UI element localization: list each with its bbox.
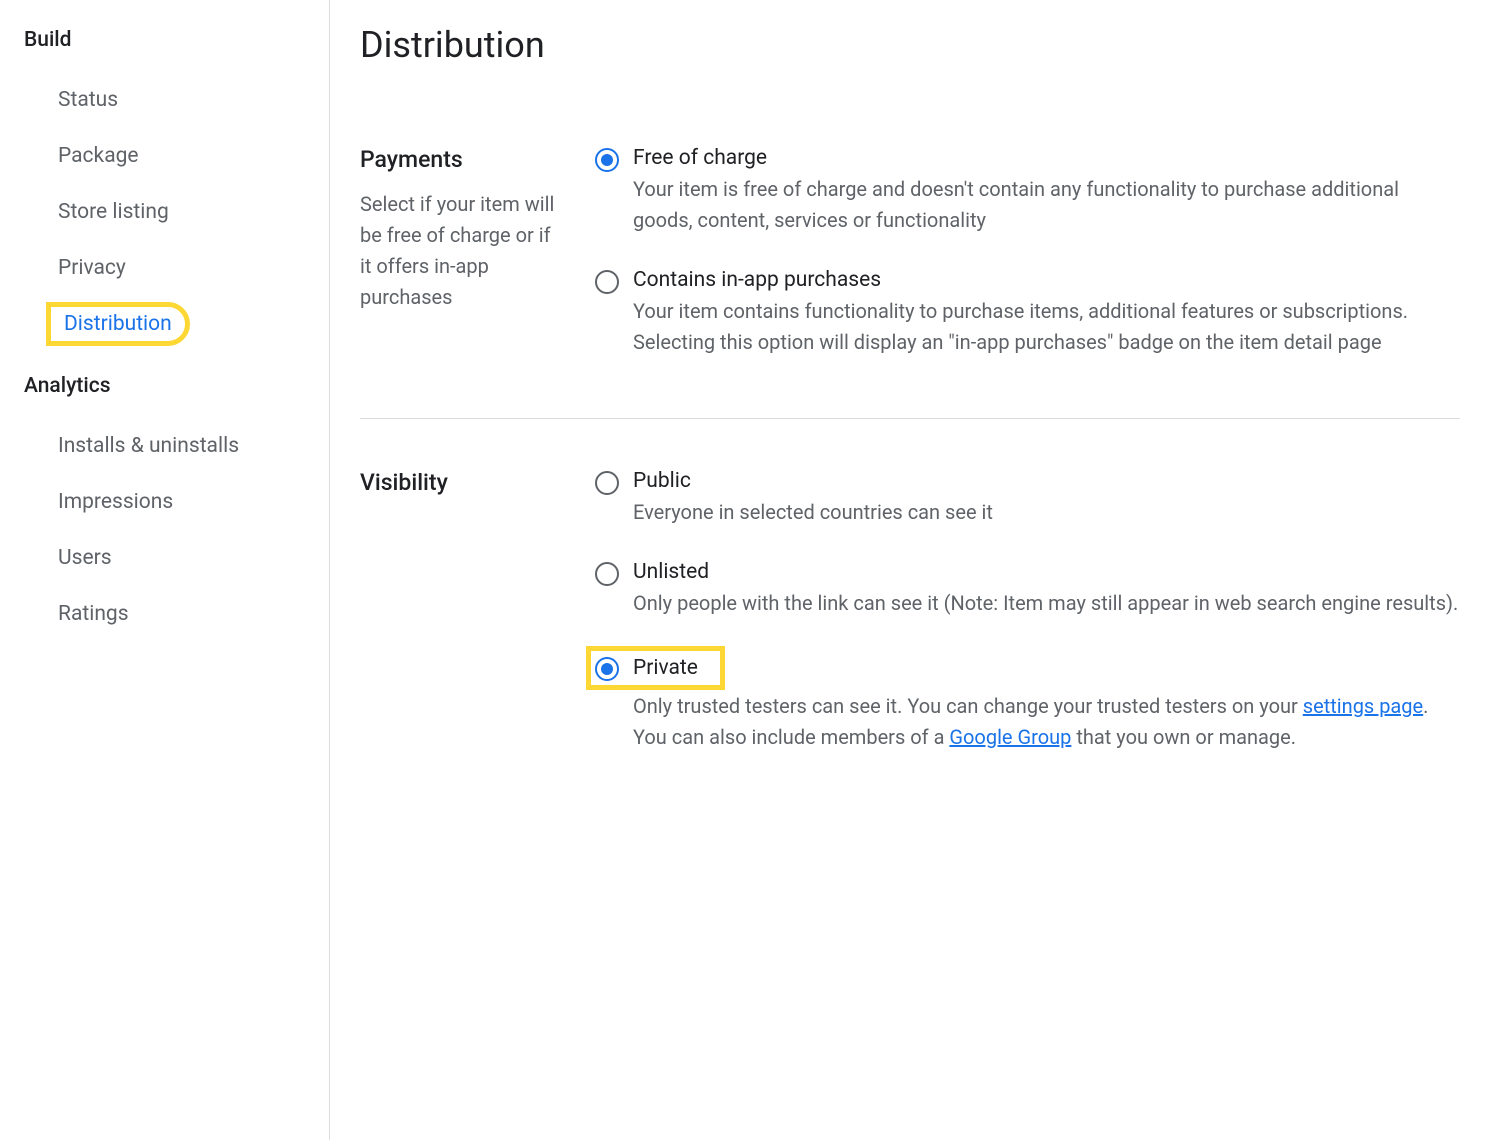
radio-desc-unlisted: Only people with the link can see it (No… bbox=[633, 588, 1460, 619]
section-payments: Payments Select if your item will be fre… bbox=[360, 146, 1460, 419]
radio-text-free: Free of charge Your item is free of char… bbox=[633, 146, 1460, 236]
radio-private-highlight: Private bbox=[591, 651, 720, 685]
sidebar-item-privacy[interactable]: Privacy bbox=[0, 240, 150, 296]
sidebar-header-analytics: Analytics bbox=[0, 366, 329, 418]
radio-desc-public: Everyone in selected countries can see i… bbox=[633, 497, 1460, 528]
radio-desc-private: Only trusted testers can see it. You can… bbox=[633, 691, 1428, 753]
radio-label-private: Private bbox=[633, 656, 698, 680]
radio-text-private: Only trusted testers can see it. You can… bbox=[633, 691, 1428, 753]
payments-title: Payments bbox=[360, 146, 555, 173]
radio-label-public: Public bbox=[633, 469, 1460, 493]
radio-text-unlisted: Unlisted Only people with the link can s… bbox=[633, 560, 1460, 619]
private-desc-pre: Only trusted testers can see it. You can… bbox=[633, 694, 1303, 718]
private-desc-line2-pre: You can also include members of a bbox=[633, 725, 949, 749]
radio-btn-private[interactable] bbox=[595, 657, 619, 681]
radio-unlisted[interactable]: Unlisted Only people with the link can s… bbox=[595, 560, 1460, 619]
sidebar-item-distribution[interactable]: Distribution bbox=[48, 304, 188, 344]
section-visibility-right: Public Everyone in selected countries ca… bbox=[595, 469, 1460, 753]
radio-btn-iap[interactable] bbox=[595, 270, 619, 294]
radio-private[interactable]: Private Only trusted testers can see it.… bbox=[595, 651, 1460, 753]
sidebar-item-installs[interactable]: Installs & uninstalls bbox=[0, 418, 263, 474]
section-payments-left: Payments Select if your item will be fre… bbox=[360, 146, 555, 358]
sidebar-section-analytics: Analytics Installs & uninstalls Impressi… bbox=[0, 366, 329, 642]
radio-text-iap: Contains in-app purchases Your item cont… bbox=[633, 268, 1460, 358]
radio-label-unlisted: Unlisted bbox=[633, 560, 1460, 584]
radio-btn-unlisted[interactable] bbox=[595, 562, 619, 586]
main-content: Distribution Payments Select if your ite… bbox=[330, 0, 1490, 1140]
radio-btn-free[interactable] bbox=[595, 148, 619, 172]
private-desc-line2-post: that you own or manage. bbox=[1071, 725, 1296, 749]
sidebar: Build Status Package Store listing Priva… bbox=[0, 0, 330, 1140]
private-desc-mid: . bbox=[1423, 694, 1428, 718]
section-visibility: Visibility Public Everyone in selected c… bbox=[360, 469, 1460, 813]
sidebar-item-store-listing[interactable]: Store listing bbox=[0, 184, 193, 240]
page-title: Distribution bbox=[360, 24, 1460, 66]
radio-desc-iap: Your item contains functionality to purc… bbox=[633, 296, 1460, 358]
radio-in-app-purchases[interactable]: Contains in-app purchases Your item cont… bbox=[595, 268, 1460, 358]
payments-desc: Select if your item will be free of char… bbox=[360, 189, 555, 313]
sidebar-item-status[interactable]: Status bbox=[0, 72, 142, 128]
radio-btn-public[interactable] bbox=[595, 471, 619, 495]
radio-label-iap: Contains in-app purchases bbox=[633, 268, 1460, 292]
sidebar-item-users[interactable]: Users bbox=[0, 530, 136, 586]
radio-public[interactable]: Public Everyone in selected countries ca… bbox=[595, 469, 1460, 528]
link-settings-page[interactable]: settings page bbox=[1303, 694, 1423, 718]
sidebar-item-package[interactable]: Package bbox=[0, 128, 163, 184]
sidebar-item-ratings[interactable]: Ratings bbox=[0, 586, 153, 642]
radio-desc-free: Your item is free of charge and doesn't … bbox=[633, 174, 1460, 236]
visibility-title: Visibility bbox=[360, 469, 555, 496]
sidebar-header-build: Build bbox=[0, 20, 329, 72]
radio-text-public: Public Everyone in selected countries ca… bbox=[633, 469, 1460, 528]
sidebar-section-build: Build Status Package Store listing Priva… bbox=[0, 20, 329, 352]
section-payments-right: Free of charge Your item is free of char… bbox=[595, 146, 1460, 358]
radio-label-free: Free of charge bbox=[633, 146, 1460, 170]
sidebar-item-impressions[interactable]: Impressions bbox=[0, 474, 197, 530]
radio-free-of-charge[interactable]: Free of charge Your item is free of char… bbox=[595, 146, 1460, 236]
section-visibility-left: Visibility bbox=[360, 469, 555, 753]
link-google-group[interactable]: Google Group bbox=[949, 725, 1071, 749]
